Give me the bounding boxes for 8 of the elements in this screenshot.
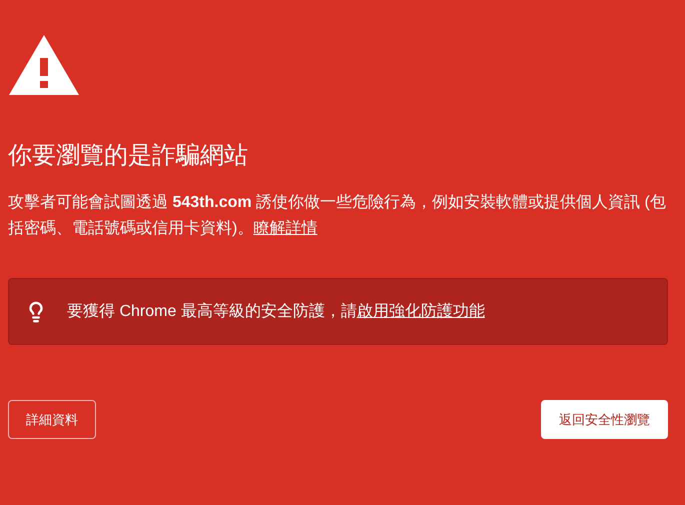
- warning-message: 攻擊者可能會試圖透過 543th.com 誘使你做一些危險行為，例如安裝軟體或提供個人資訊 (包括密碼、電話號碼或信用卡資料)。瞭解詳情: [8, 192, 667, 239]
- warning-icon: [8, 33, 80, 96]
- notice-text: 要獲得 Chrome 最高等級的安全防護，請啟用強化防護功能: [67, 302, 485, 322]
- learn-more-link[interactable]: 瞭解詳情: [253, 220, 318, 237]
- enhanced-protection-link[interactable]: 啟用強化防護功能: [356, 302, 485, 320]
- details-button[interactable]: 詳細資料: [8, 400, 96, 439]
- page-title: 你要瀏覽的是詐騙網站: [8, 141, 249, 171]
- back-to-safety-button[interactable]: 返回安全性瀏覽: [541, 400, 668, 439]
